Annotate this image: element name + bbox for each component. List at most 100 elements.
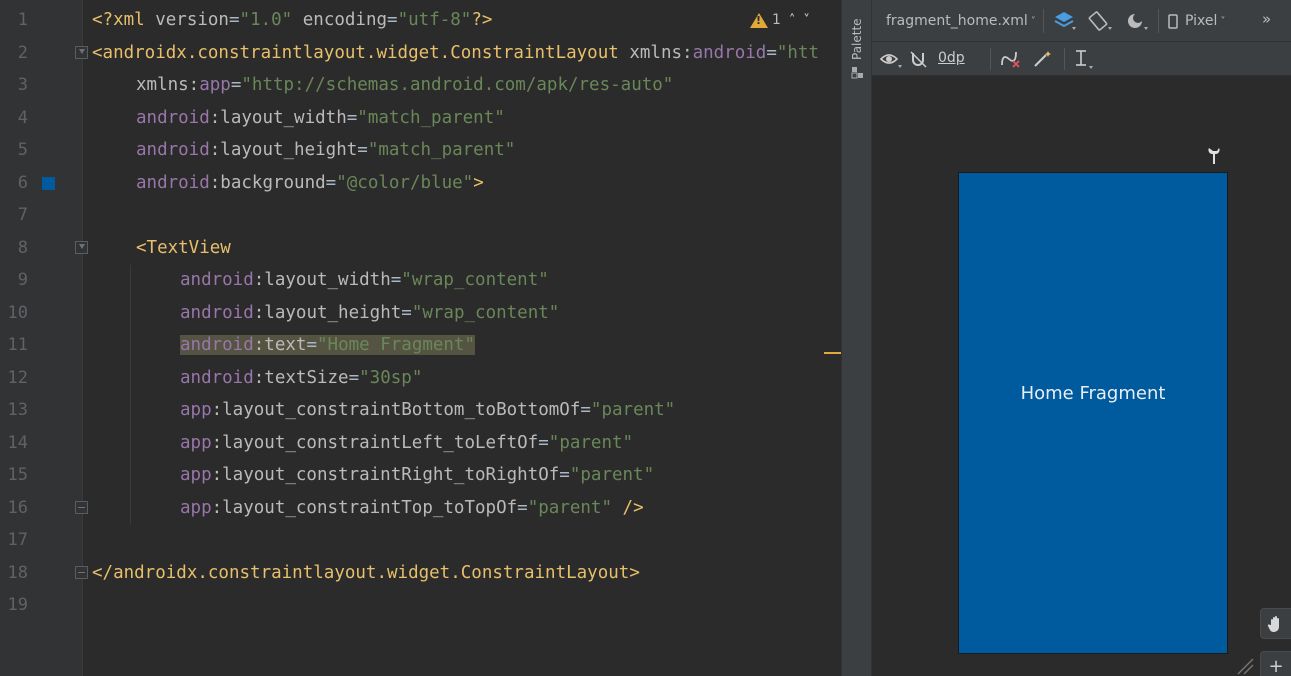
token: encoding [292,10,388,30]
code-line-10[interactable]: android:layout_height="wrap_content" [180,297,559,330]
palette-tool-strip[interactable]: Palette [841,0,872,676]
separator [1158,9,1159,33]
overflow-chevron-icon[interactable]: » [1262,10,1271,28]
token: "30sp" [359,368,423,388]
token: "1.0" [239,10,293,30]
token: = [538,433,549,453]
code-line-6[interactable]: android:background="@color/blue"> [136,167,484,200]
code-line-16[interactable]: app:layout_constraintTop_toTopOf="parent… [180,492,644,525]
fold-toggle-icon[interactable] [75,46,88,59]
token: "parent" [590,400,676,420]
line-number: 13 [7,400,28,420]
line-number: 4 [17,108,28,128]
infer-constraints-wand-icon[interactable] [1032,49,1054,69]
token: app [180,465,212,485]
line-number: 17 [7,530,28,550]
token: = [390,270,402,290]
pan-hand-button[interactable] [1260,608,1291,639]
separator [1064,48,1065,70]
token: = [559,465,570,485]
code-editor[interactable]: 1 2 3 4 5 6 7 8 9 10 11 12 13 14 15 16 1… [0,0,841,676]
layers-icon[interactable] [1053,10,1077,32]
zoom-in-button[interactable]: + [1260,651,1291,676]
eye-icon[interactable] [880,50,906,70]
line-number: 14 [7,433,28,453]
token: :textSize [253,368,349,388]
line-number: 12 [7,368,28,388]
token: app [180,498,212,518]
line-number: 19 [7,595,28,615]
palette-tab-label[interactable]: Palette [850,18,864,60]
device-selector-dropdown[interactable]: Pixel ˅ [1168,13,1225,29]
chevron-down-icon: ˅ [1220,15,1226,27]
resize-handle-icon[interactable] [1236,657,1254,675]
indent-guide [130,265,131,525]
token: ?> [471,10,493,30]
token: "match_parent" [367,140,516,160]
token: <androidx.constraintlayout.widget.Constr… [92,43,630,63]
color-preview-swatch[interactable] [42,177,55,190]
token: :layout_constraintRight_toRightOf [211,465,560,485]
code-line-1[interactable]: <?xml version="1.0" encoding="utf-8"?> [92,4,492,37]
code-line-2[interactable]: <androidx.constraintlayout.widget.Constr… [92,37,819,70]
orientation-icon[interactable] [1088,10,1114,32]
code-line-5[interactable]: android:layout_height="match_parent" [136,134,515,167]
warning-count: 1 [772,12,781,28]
token: :layout_constraintBottom_toBottomOf [211,400,581,420]
code-line-11[interactable]: android:text="Home Fragment" [180,329,476,362]
code-line-12[interactable]: android:textSize="30sp" [180,362,422,395]
inspection-widget[interactable]: 1 ˄ ˅ [744,7,816,33]
default-margin-selector[interactable]: 0dp [938,50,965,66]
editor-gutter: 1 2 3 4 5 6 7 8 9 10 11 12 13 14 15 16 1… [0,0,88,676]
token: </androidx.constraintlayout.widget.Const… [92,563,640,583]
wrench-icon[interactable] [1206,147,1220,165]
preview-textview[interactable]: Home Fragment [1021,383,1166,404]
token: = [580,400,591,420]
chevron-up-icon[interactable]: ˄ [789,13,796,28]
code-line-14[interactable]: app:layout_constraintLeft_toLeftOf="pare… [180,427,633,460]
token: :layout_height [209,140,358,160]
token: "htt [776,43,820,63]
token: :layout_constraintTop_toTopOf [211,498,518,518]
code-line-8[interactable]: <TextView [136,232,231,265]
token: android [136,173,210,193]
token: "match_parent" [357,108,505,128]
device-preview[interactable]: Home Fragment [958,172,1228,654]
token: = [357,140,368,160]
token: = [766,43,777,63]
token: = [325,173,337,193]
file-selector-dropdown[interactable]: fragment_home.xml ˅ [886,13,1036,29]
code-line-18[interactable]: </androidx.constraintlayout.widget.Const… [92,557,640,590]
token: android [180,303,254,323]
line-number: 3 [17,75,28,95]
line-number: 5 [17,140,28,160]
theme-icon[interactable] [1125,10,1151,32]
fold-end-icon[interactable] [75,566,88,579]
token: <?xml [92,10,156,30]
line-number: 7 [17,205,28,225]
chevron-down-icon[interactable]: ˅ [803,13,810,28]
warning-scroll-marker[interactable] [824,352,841,354]
design-canvas[interactable]: Home Fragment + [872,77,1291,676]
fold-toggle-icon[interactable] [75,241,88,254]
token: app [180,433,212,453]
token: "parent" [548,433,634,453]
layout-design-pane[interactable]: fragment_home.xml ˅ Pixel ˅ » 0dp Home F… [872,0,1291,676]
code-line-9[interactable]: android:layout_width="wrap_content" [180,264,549,297]
hand-icon [1267,615,1279,632]
code-line-13[interactable]: app:layout_constraintBottom_toBottomOf="… [180,394,675,427]
autoconnect-magnet-icon[interactable] [909,50,929,70]
guidelines-icon[interactable] [1072,48,1096,70]
token: /> [612,498,644,518]
code-line-4[interactable]: android:layout_width="match_parent" [136,102,505,135]
token: :layout_width [209,108,347,128]
token: app [199,75,231,95]
code-line-15[interactable]: app:layout_constraintRight_toRightOf="pa… [180,459,654,492]
token: = [306,335,317,355]
token: version [155,10,229,30]
fold-end-icon[interactable] [75,501,88,514]
code-line-3[interactable]: xmlns:app="http://schemas.android.com/ap… [136,69,673,102]
token: "wrap_content" [401,270,549,290]
clear-constraints-icon[interactable] [999,49,1023,69]
phone-icon [1168,13,1178,29]
